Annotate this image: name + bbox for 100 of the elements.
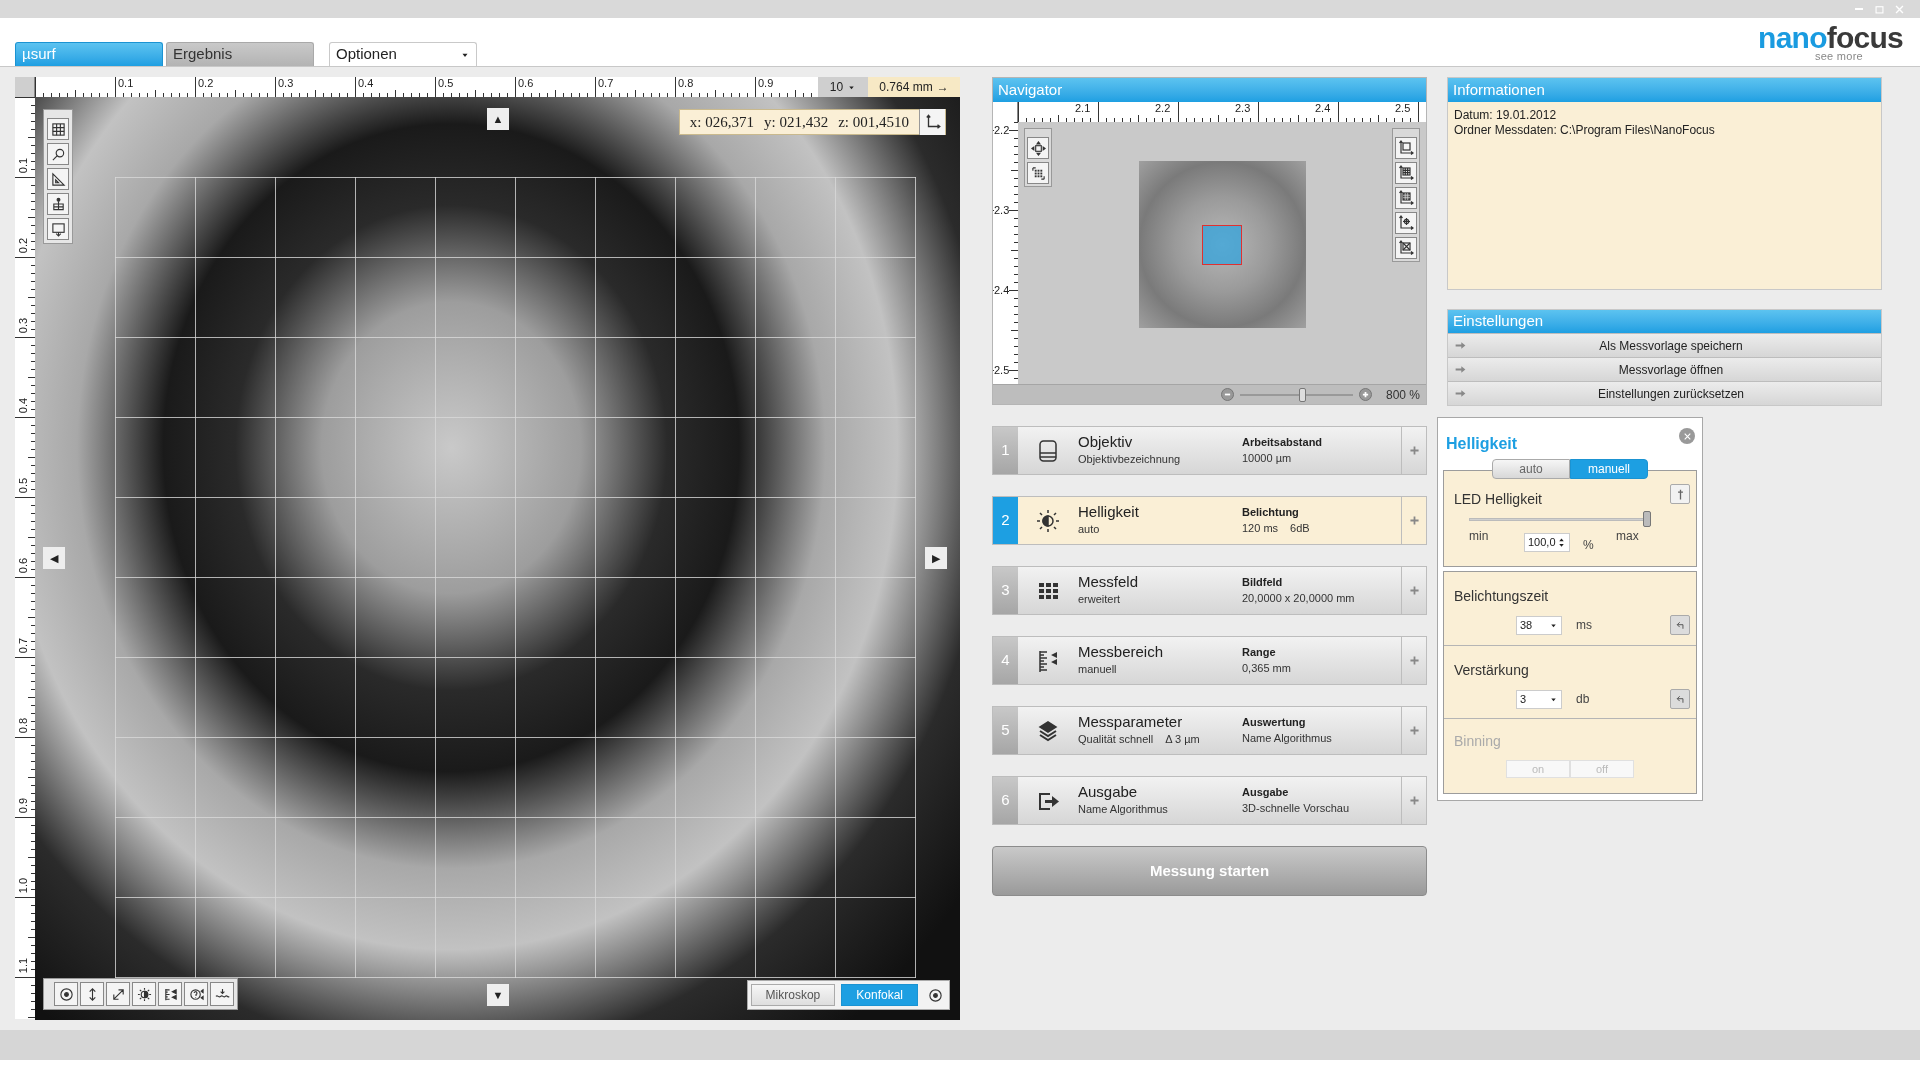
crosshair-button[interactable]	[1395, 212, 1417, 234]
ruler-label: 0.7	[598, 78, 614, 89]
zoom-in-button[interactable]	[1358, 388, 1372, 401]
step-row[interactable]: 5 Messparameter Qualität schnell Δ 3 µm Auswertung Name Algorithmus	[992, 706, 1427, 755]
axes-cross-box-icon	[1398, 240, 1414, 256]
pan-up-button[interactable]: ▲	[487, 108, 509, 130]
reset-button[interactable]	[1670, 689, 1690, 709]
search-icon	[50, 146, 66, 162]
range-button[interactable]	[158, 982, 182, 1006]
reset-button[interactable]	[1670, 615, 1690, 635]
options-dropdown[interactable]: Optionen	[329, 42, 477, 66]
help-button[interactable]	[184, 982, 208, 1006]
ruler-triangle-icon	[50, 171, 66, 187]
coordinate-value: x: 026,371	[689, 112, 754, 132]
ruler-label: 0.1	[17, 156, 31, 175]
ruler-label: 2.2	[1155, 103, 1171, 114]
settings-action[interactable]: Messvorlage öffnen	[1448, 357, 1881, 381]
step-number: 1	[993, 427, 1018, 474]
binning-option: off	[1570, 760, 1634, 778]
step-title: Helligkeit	[1078, 503, 1140, 522]
pan-tool-button[interactable]	[1027, 137, 1049, 159]
ruler-label: 0.9	[17, 796, 31, 815]
pan-left-button[interactable]: ◀	[43, 547, 65, 569]
exposure-dropdown[interactable]: 38	[1516, 615, 1562, 635]
step-subtitle: Qualität schnell	[1078, 732, 1154, 748]
step-label: Belichtung	[1242, 505, 1300, 521]
gain-dropdown[interactable]: 3	[1516, 689, 1562, 709]
diagonal-arrows-icon	[110, 986, 126, 1002]
zoom-slider[interactable]	[1239, 387, 1353, 402]
monitor-icon	[50, 221, 66, 237]
step-row[interactable]: 2 Helligkeit auto Belichtung 120 ms 6dB	[992, 496, 1427, 545]
step-label: Auswertung	[1242, 715, 1307, 731]
zoom-out-button[interactable]	[1220, 388, 1234, 401]
step-subtitle: auto	[1078, 522, 1100, 538]
section-label: Verstärkung	[1454, 661, 1530, 680]
mode-tab[interactable]: auto	[1492, 459, 1570, 479]
tab[interactable]: Ergebnis	[166, 42, 314, 66]
max-label: max	[1616, 528, 1639, 545]
export-button[interactable]	[47, 218, 69, 240]
ruler-label: 0.8	[17, 716, 31, 735]
axes-filled-grid-icon	[1398, 190, 1414, 206]
measure-button[interactable]	[47, 168, 69, 190]
ruler-label: 0.5	[17, 476, 31, 495]
slider-thumb[interactable]	[1299, 387, 1307, 402]
grid-tool-button[interactable]	[1027, 162, 1049, 184]
grid-frame-button[interactable]	[1395, 162, 1417, 184]
ruler-label: 0.5	[438, 78, 454, 89]
ruler-label: 2.2	[994, 125, 1010, 136]
binning-option: on	[1506, 760, 1570, 778]
filled-frame-button[interactable]	[1395, 187, 1417, 209]
center-button[interactable]	[54, 982, 78, 1006]
zoom-button[interactable]	[47, 143, 69, 165]
ruler-corner	[993, 102, 1018, 122]
plus-icon	[1407, 584, 1421, 597]
pan-right-button[interactable]: ▶	[925, 547, 947, 569]
ruler-label: 1.1	[17, 956, 31, 975]
level-button[interactable]	[210, 982, 234, 1006]
zoom-dropdown[interactable]: 10	[818, 77, 868, 97]
step-label: Range	[1242, 645, 1277, 661]
target-icon	[58, 986, 74, 1002]
vertical-button[interactable]	[80, 982, 104, 1006]
slider-thumb[interactable]	[1643, 511, 1651, 527]
settings-action[interactable]: Als Messvorlage speichern	[1448, 333, 1881, 357]
clear-frame-button[interactable]	[1395, 237, 1417, 259]
pin-button[interactable]	[1670, 484, 1690, 504]
step-row[interactable]: 6 Ausgabe Name Algorithmus Ausgabe 3D-schnelle Vorschau	[992, 776, 1427, 825]
close-icon	[1682, 431, 1692, 441]
pan-down-button[interactable]: ▼	[487, 984, 509, 1006]
arrow-right-icon	[1454, 363, 1467, 376]
step-row[interactable]: 1 Objektiv Objektivbezeichnung Arbeitsabstand 10000 µm	[992, 426, 1427, 475]
grid-button[interactable]	[47, 118, 69, 140]
half-sun-icon	[136, 986, 152, 1002]
step-title: Ausgabe	[1078, 783, 1139, 802]
step-label: Bildfeld	[1242, 575, 1284, 591]
info-text: Datum: 19.01.2012	[1454, 108, 1558, 123]
step-number: 4	[993, 637, 1018, 684]
question-circle-icon	[188, 986, 204, 1002]
frame-button[interactable]	[1395, 137, 1417, 159]
arrow-right-icon	[1454, 387, 1467, 400]
step-row[interactable]: 3 Messfeld erweitert Bildfeld 20,0000 x 20,0000 mm	[992, 566, 1427, 615]
view-mode-tab[interactable]: Mikroskop	[750, 984, 836, 1006]
panel-title: Navigator	[993, 78, 1426, 102]
fit-button[interactable]	[106, 982, 130, 1006]
ruler-label: 2.5	[994, 365, 1010, 376]
axes-button[interactable]	[919, 109, 945, 135]
axes-crosshair-icon	[1398, 215, 1414, 231]
plus-icon	[1407, 514, 1421, 527]
logo: nanofocus see more	[1758, 22, 1903, 62]
brightness-value-field[interactable]: 100,0	[1524, 533, 1570, 552]
close-button[interactable]	[1679, 428, 1695, 444]
hierarchy-button[interactable]	[47, 193, 69, 215]
step-row[interactable]: 4 Messbereich manuell Range 0,365 mm	[992, 636, 1427, 685]
plus-icon	[1407, 724, 1421, 737]
settings-action[interactable]: Einstellungen zurücksetzen	[1448, 381, 1881, 405]
brightness-button[interactable]	[132, 982, 156, 1006]
ruler-label: 2.5	[1395, 103, 1411, 114]
ruler-label: 2.1	[1075, 103, 1091, 114]
section-label: LED Helligkeit	[1454, 490, 1542, 509]
ruler-label: 0.4	[358, 78, 374, 89]
arrow-right-icon	[1454, 339, 1467, 352]
